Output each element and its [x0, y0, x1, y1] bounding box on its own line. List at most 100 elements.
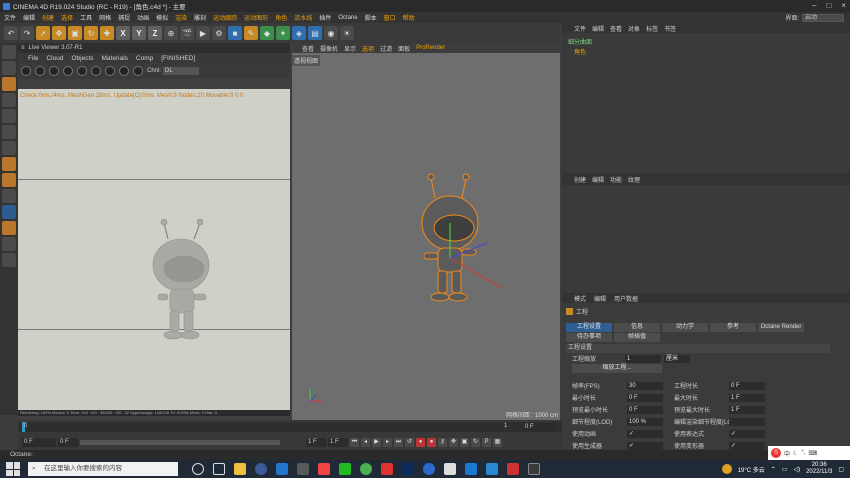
menu-item[interactable]: 流水线: [294, 13, 312, 22]
field-value[interactable]: ✓: [627, 441, 663, 450]
camera-icon[interactable]: ◉: [324, 26, 338, 40]
rotate-tool-icon[interactable]: ↻: [84, 26, 98, 40]
render-view-icon[interactable]: 🎬: [180, 26, 194, 40]
file-explorer-icon[interactable]: [234, 463, 246, 475]
attribute-tab[interactable]: Octane Render: [758, 323, 804, 332]
3d-viewport[interactable]: 查看 摄像机 显示 选项 过滤 面板 ProRender 透视视图 网格间距 : 1000 …: [292, 43, 560, 421]
attribute-menu-item[interactable]: 用户数据: [614, 294, 638, 303]
move-tool-icon[interactable]: ✥: [52, 26, 66, 40]
tray-arrow-icon[interactable]: ⌃: [771, 466, 776, 473]
x-axis-icon[interactable]: X: [116, 26, 130, 40]
windows-start-icon[interactable]: [6, 462, 20, 476]
restart-icon[interactable]: [35, 66, 45, 76]
menu-item[interactable]: 渲染: [175, 13, 187, 22]
field-value[interactable]: ✓: [729, 429, 765, 438]
goto-end-icon[interactable]: ⏭: [394, 437, 403, 447]
light-icon[interactable]: ☀: [340, 26, 354, 40]
menu-item[interactable]: 选择: [61, 13, 73, 22]
clock[interactable]: 20:36 2022/11/3: [806, 462, 832, 476]
layers-icon[interactable]: [2, 237, 16, 251]
focus-pick-icon[interactable]: [119, 66, 129, 76]
texture-mode-icon[interactable]: [2, 77, 16, 91]
photoshop-icon[interactable]: [402, 463, 414, 475]
workplane-icon[interactable]: [2, 93, 16, 107]
scale-unit-dropdown[interactable]: 厘米: [664, 354, 690, 363]
undo-icon[interactable]: ↶: [4, 26, 18, 40]
viewport-menu-item[interactable]: 过滤: [380, 44, 392, 53]
network-icon[interactable]: ▭: [782, 466, 788, 473]
param-key-icon[interactable]: P: [482, 437, 491, 447]
preview-start-field[interactable]: 0 F: [58, 437, 78, 447]
stop-icon[interactable]: [63, 66, 73, 76]
object-character[interactable]: 角色: [574, 47, 586, 56]
attribute-tab[interactable]: 工程设置: [566, 323, 612, 332]
pen-icon[interactable]: ✎: [244, 26, 258, 40]
timeline-ruler[interactable]: 0 1 0 F: [18, 422, 562, 432]
viewport-menu-item[interactable]: 面板: [398, 44, 410, 53]
menu-item[interactable]: Octane: [338, 15, 357, 21]
end-frame-field[interactable]: 1 F: [306, 437, 326, 447]
minimize-button[interactable]: –: [812, 1, 816, 10]
sculpt-icon[interactable]: [2, 221, 16, 235]
sogou-icon[interactable]: S: [771, 448, 781, 458]
field-value[interactable]: 0 F: [627, 393, 663, 402]
menu-item[interactable]: 帮助: [403, 13, 415, 22]
goto-start-icon[interactable]: ⏮: [350, 437, 359, 447]
select-tool-icon[interactable]: ➚: [36, 26, 50, 40]
field-value[interactable]: ✓: [729, 441, 765, 450]
layout-dropdown[interactable]: 启动: [802, 13, 844, 22]
model-mode-icon[interactable]: [2, 61, 16, 75]
play-icon[interactable]: ▶: [372, 437, 381, 447]
live-viewer-menu-item[interactable]: Comp: [136, 55, 153, 62]
attribute-tab[interactable]: 帧插值: [614, 333, 660, 342]
attribute-tab[interactable]: 待办事项: [566, 333, 612, 342]
object-manager-menu-item[interactable]: 编辑: [592, 24, 604, 33]
app-icon-9[interactable]: [381, 463, 393, 475]
pla-key-icon[interactable]: ▦: [493, 437, 502, 447]
taskbar-search[interactable]: ⌕ 在这里输入你要搜索的内容: [28, 462, 178, 476]
mail-icon[interactable]: [276, 463, 288, 475]
object-manager-menu-item[interactable]: 文件: [574, 24, 586, 33]
pause-icon[interactable]: [49, 66, 59, 76]
scale-tool-icon[interactable]: ▣: [68, 26, 82, 40]
object-manager-menu-item[interactable]: 标签: [646, 24, 658, 33]
coordinate-system-icon[interactable]: ⊕: [164, 26, 178, 40]
viewport-menu-item[interactable]: 查看: [302, 44, 314, 53]
render-picture-icon[interactable]: ▶: [196, 26, 210, 40]
material-pick-icon[interactable]: [105, 66, 115, 76]
cloner-icon[interactable]: ✦: [276, 26, 290, 40]
menu-item[interactable]: 插件: [319, 13, 331, 22]
prev-key-icon[interactable]: ◂: [361, 437, 370, 447]
object-subdivision[interactable]: 细分曲面: [568, 37, 592, 46]
ime-punct-icon[interactable]: °,: [801, 450, 805, 456]
menu-item[interactable]: 运动跟踪: [213, 13, 237, 22]
attribute-tab[interactable]: 信息: [614, 323, 660, 332]
attribute-menu-item[interactable]: 编辑: [594, 294, 606, 303]
preview-range-slider[interactable]: [80, 439, 280, 445]
live-viewer-menu-item[interactable]: Objects: [71, 55, 93, 62]
viewport-menu-item[interactable]: 摄像机: [320, 44, 338, 53]
record-icon[interactable]: ●: [416, 437, 425, 447]
app-icon-13[interactable]: [465, 463, 477, 475]
viewport-menu-item[interactable]: 选项: [362, 44, 374, 53]
start-frame-field[interactable]: 0 F: [22, 437, 56, 447]
menu-item[interactable]: 文件: [4, 13, 16, 22]
ime-mode[interactable]: 中: [784, 449, 790, 458]
field-value[interactable]: 30: [627, 381, 663, 390]
wechat-icon[interactable]: [339, 463, 351, 475]
field-value[interactable]: 0 F: [729, 381, 765, 390]
redo-icon[interactable]: ↷: [20, 26, 34, 40]
viewport-menu-item[interactable]: ProRender: [416, 45, 445, 51]
app-icon-5[interactable]: [297, 463, 309, 475]
panel2-menu-item[interactable]: 纹理: [628, 175, 640, 184]
object-manager-menu-item[interactable]: 书签: [664, 24, 676, 33]
floor-icon[interactable]: ▤: [308, 26, 322, 40]
region-render-icon[interactable]: [91, 66, 101, 76]
field-value[interactable]: 0 F: [627, 405, 663, 414]
close-button[interactable]: ×: [841, 1, 846, 10]
menu-item[interactable]: 捕捉: [118, 13, 130, 22]
menu-item[interactable]: 模拟: [156, 13, 168, 22]
menu-item[interactable]: 脚本: [365, 13, 377, 22]
menu-item[interactable]: 网格: [99, 13, 111, 22]
position-key-icon[interactable]: ✥: [449, 437, 458, 447]
